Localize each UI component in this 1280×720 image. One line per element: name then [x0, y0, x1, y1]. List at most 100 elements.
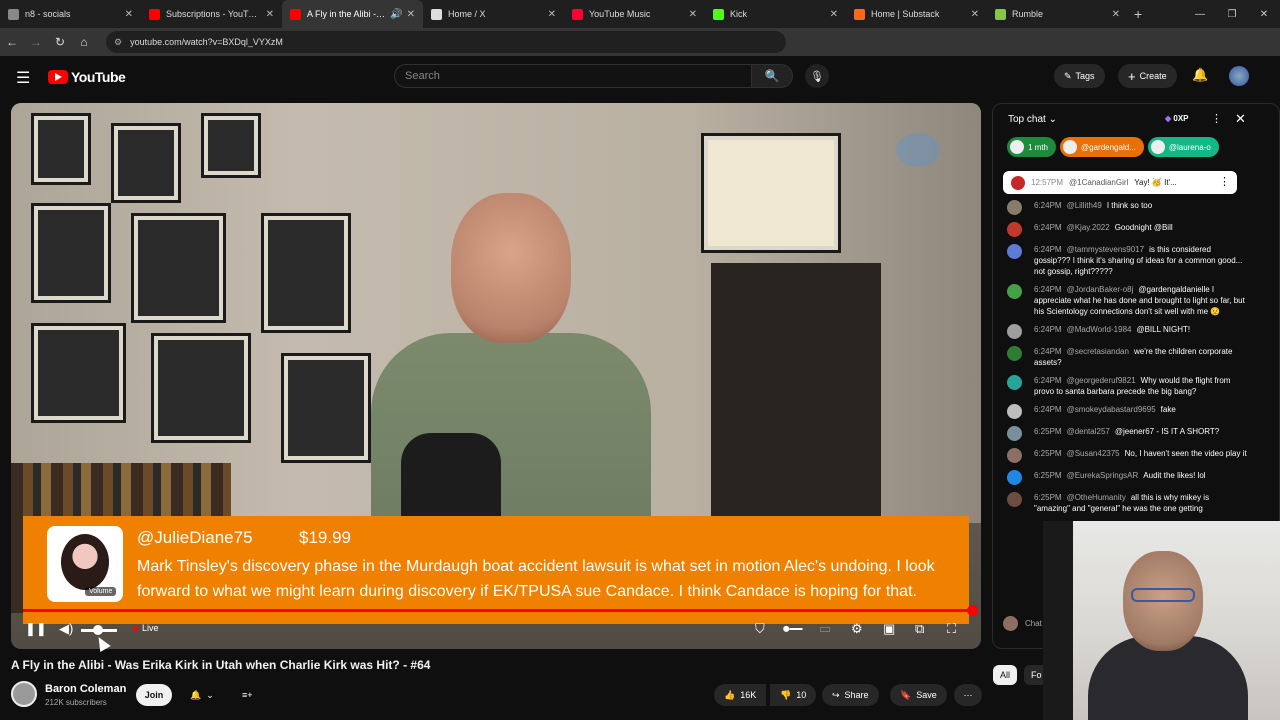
tab-close-icon[interactable]: ✕: [830, 9, 838, 20]
chat-text: @gardengaldanielle I appreciate what he …: [1034, 285, 1245, 316]
tab-close-icon[interactable]: ✕: [548, 9, 556, 20]
voice-search-button[interactable]: 🎙: [805, 64, 829, 88]
pinned-message[interactable]: 12:57PM @1CanadianGirl Yay! 🥳 It'...: [1003, 171, 1237, 194]
chat-message-body: 6:24PM @smokeydabastard9695 fake: [1034, 404, 1247, 419]
tab-close-icon[interactable]: ✕: [407, 9, 415, 20]
search-button[interactable]: 🔍: [751, 64, 793, 88]
chat-mode-dropdown[interactable]: Top chat ⌄: [1008, 114, 1057, 125]
chat-message[interactable]: 6:24PM @tammystevens9017 is this considere…: [1007, 244, 1247, 277]
tab-close-icon[interactable]: ✕: [689, 9, 697, 20]
add-to-playlist-button[interactable]: ≡+: [232, 684, 263, 706]
maximize-button[interactable]: ❐: [1216, 9, 1248, 20]
cast-icon[interactable]: ⧉: [915, 621, 924, 637]
ticker-item[interactable]: 1 mth: [1007, 137, 1057, 157]
chat-time: 6:24PM: [1034, 245, 1062, 254]
autoplay-toggle[interactable]: ⏺━: [783, 621, 803, 637]
tab-close-icon[interactable]: ✕: [266, 9, 274, 20]
tab-close-icon[interactable]: ✕: [125, 9, 133, 20]
close-chat-icon[interactable]: ✕: [1235, 111, 1246, 127]
ticker-item[interactable]: @gardengald...: [1060, 137, 1144, 157]
url-input[interactable]: ⚙ youtube.com/watch?v=BXDql_VYXzM: [106, 31, 786, 53]
volume-icon[interactable]: ◀): [59, 621, 73, 637]
ticker-item[interactable]: @laurena-o: [1147, 137, 1219, 157]
browser-tab[interactable]: YouTube Music ✕: [564, 0, 705, 28]
chat-author[interactable]: @MadWorld-1984: [1067, 325, 1132, 334]
tab-favicon-icon: [8, 8, 19, 20]
create-button[interactable]: + Create: [1118, 64, 1177, 88]
video-player[interactable]: @JulieDiane75 $19.99 Mark Tinsley's disc…: [11, 103, 981, 649]
chat-author[interactable]: @EurekaSpringsAR: [1067, 471, 1139, 480]
chat-message[interactable]: 6:24PM @Kjay.2022 Goodnight @Bill: [1007, 222, 1247, 237]
chat-message[interactable]: 6:24PM @secretasiandan we're the children …: [1007, 346, 1247, 368]
back-icon[interactable]: ←: [0, 35, 24, 49]
chat-author[interactable]: @Susan42375: [1067, 449, 1120, 458]
browser-tab[interactable]: Subscriptions - YouTube ✕: [141, 0, 282, 28]
forward-icon[interactable]: →: [24, 35, 48, 49]
chat-author[interactable]: @dental257: [1067, 427, 1110, 436]
chat-text: fake: [1160, 405, 1176, 414]
settings-gear-icon[interactable]: ⚙: [851, 621, 863, 637]
like-button[interactable]: 👍 16K: [714, 684, 767, 706]
chat-message[interactable]: 6:25PM @OtheHumanity all this is why mikey…: [1007, 492, 1247, 514]
chat-author[interactable]: @Kjay.2022: [1067, 223, 1110, 232]
progress-bar[interactable]: [23, 609, 973, 612]
more-actions-button[interactable]: ⋯: [954, 684, 982, 706]
channel-name[interactable]: Baron Coleman: [45, 683, 126, 695]
browser-tab[interactable]: Rumble ✕: [987, 0, 1128, 28]
channel-points[interactable]: ◆ 0XP: [1165, 114, 1189, 123]
miniplayer-icon[interactable]: ▣: [883, 621, 895, 637]
chat-author[interactable]: @secretasiandan: [1067, 347, 1129, 356]
chat-author[interactable]: @JordanBaker-o8j: [1067, 285, 1134, 294]
browser-tab[interactable]: Home | Substack ✕: [846, 0, 987, 28]
browser-tab[interactable]: Home / X ✕: [423, 0, 564, 28]
account-avatar[interactable]: [1229, 66, 1249, 86]
tab-close-icon[interactable]: ✕: [971, 9, 979, 20]
chat-message[interactable]: 6:24PM @georgederuf9821 Why would the flig…: [1007, 375, 1247, 397]
search-input[interactable]: Search: [394, 64, 752, 88]
pinned-more-icon[interactable]: ⋮: [1219, 175, 1230, 188]
chat-author[interactable]: @OtheHumanity: [1067, 493, 1126, 502]
new-tab-button[interactable]: +: [1134, 6, 1142, 22]
browser-tab[interactable]: Kick ✕: [705, 0, 846, 28]
minimize-button[interactable]: —: [1184, 9, 1216, 20]
dislike-button[interactable]: 👎 10: [770, 684, 817, 706]
notifications-bell-icon[interactable]: 🔔: [1192, 67, 1208, 83]
subscribed-bell-button[interactable]: 🔔 ⌄: [180, 684, 224, 706]
chat-message[interactable]: 6:25PM @Susan42375 No, I haven't seen the …: [1007, 448, 1247, 463]
channel-watermark-icon[interactable]: [896, 133, 940, 167]
volume-knob[interactable]: [93, 625, 103, 635]
home-icon[interactable]: ⌂: [72, 35, 96, 49]
site-info-icon[interactable]: ⚙: [114, 37, 122, 48]
tab-audio-icon[interactable]: 🔊: [390, 9, 402, 20]
chat-message[interactable]: 6:25PM @dental257 @jeener67 - IS IT A SHOR…: [1007, 426, 1247, 441]
chat-message[interactable]: 6:24PM @Lillith49 I think so too: [1007, 200, 1247, 215]
join-button[interactable]: Join: [136, 684, 172, 706]
browser-tab[interactable]: A Fly in the Alibi - Wa 🔊 ✕: [282, 0, 423, 28]
menu-icon[interactable]: ☰: [16, 68, 30, 88]
chat-author[interactable]: @Lillith49: [1067, 201, 1102, 210]
fullscreen-icon[interactable]: ⛶: [947, 621, 956, 637]
youtube-logo[interactable]: YouTube: [48, 69, 126, 85]
browser-tab[interactable]: n8 - socials ✕: [0, 0, 141, 28]
chat-message[interactable]: 6:24PM @JordanBaker-o8j @gardengaldanielle…: [1007, 284, 1247, 317]
shield-icon[interactable]: ⛉: [755, 621, 765, 637]
live-indicator[interactable]: Live: [133, 623, 159, 633]
share-button[interactable]: ↪ Share: [822, 684, 879, 706]
channel-avatar[interactable]: [11, 681, 37, 707]
chat-menu-icon[interactable]: ⋮: [1211, 112, 1222, 125]
chat-message[interactable]: 6:24PM @smokeydabastard9695 fake: [1007, 404, 1247, 419]
progress-scrubber[interactable]: [967, 605, 978, 616]
save-button[interactable]: 🔖 Save: [890, 684, 947, 706]
chat-author[interactable]: @georgederuf9821: [1067, 376, 1136, 385]
chat-author[interactable]: @smokeydabastard9695: [1067, 405, 1156, 414]
tags-button[interactable]: ✎ Tags: [1054, 64, 1105, 88]
pause-icon[interactable]: ❚❚: [25, 621, 47, 637]
filter-chip[interactable]: All: [993, 665, 1018, 685]
reload-icon[interactable]: ↻: [48, 35, 72, 49]
tab-close-icon[interactable]: ✕: [1112, 9, 1120, 20]
chat-author[interactable]: @tammystevens9017: [1067, 245, 1145, 254]
chat-message[interactable]: 6:24PM @MadWorld-1984 @BILL NIGHT!: [1007, 324, 1247, 339]
subtitles-icon[interactable]: ▭: [819, 621, 831, 637]
chat-message[interactable]: 6:25PM @EurekaSpringsAR Audit the likes! l…: [1007, 470, 1247, 485]
close-window-button[interactable]: ✕: [1248, 9, 1280, 20]
